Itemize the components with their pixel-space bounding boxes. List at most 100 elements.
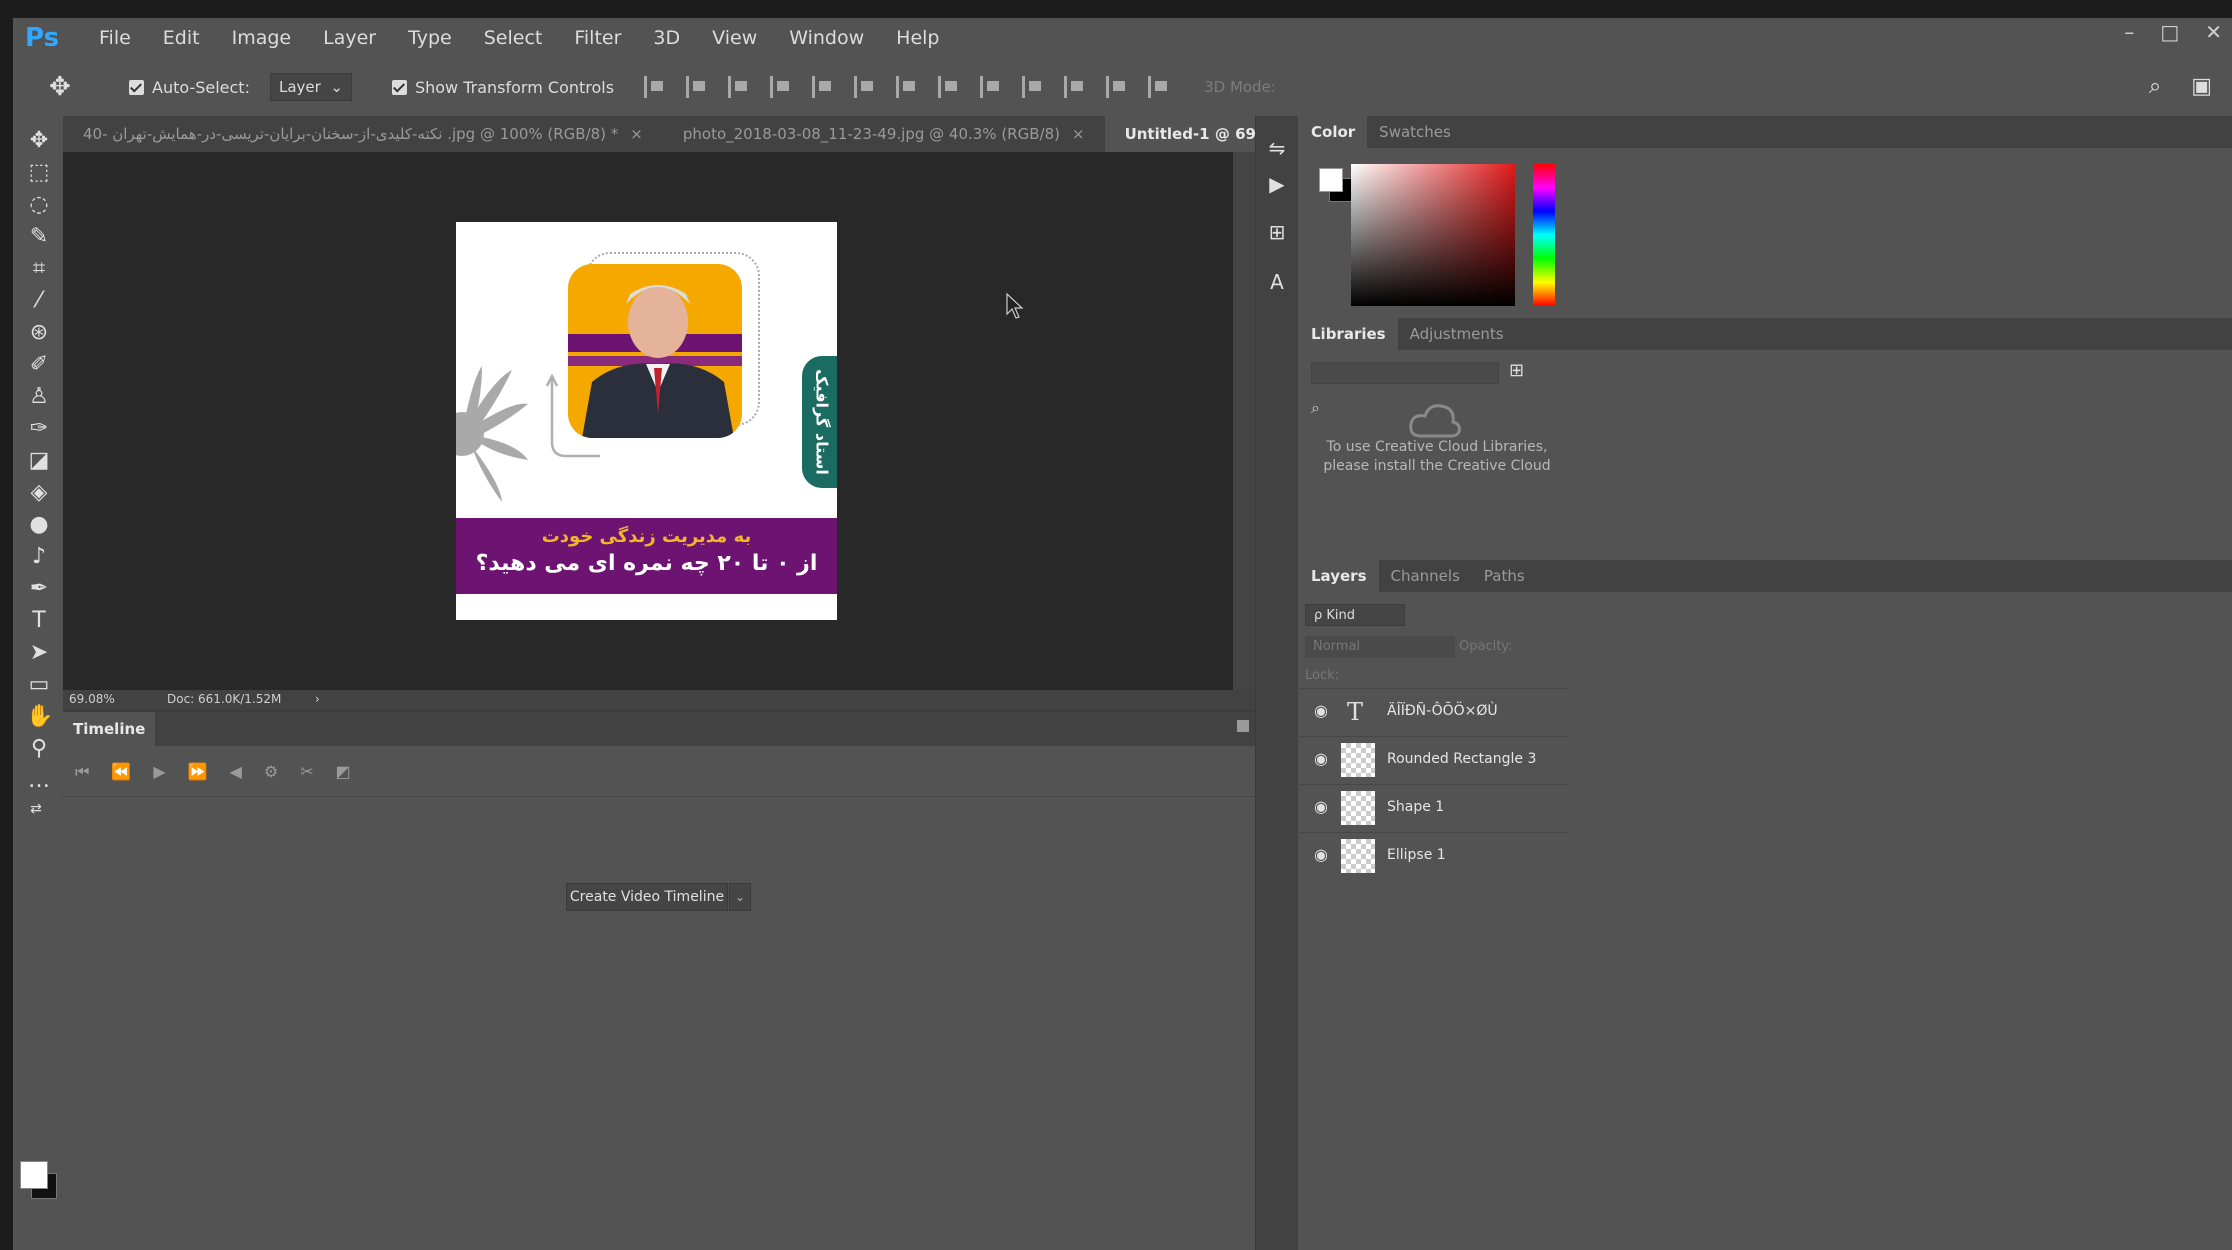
tab-paths[interactable]: Paths <box>1472 560 1537 592</box>
minimize-button[interactable]: – <box>2124 20 2134 44</box>
prev-frame-icon[interactable]: ⏪ <box>111 762 131 782</box>
library-search-icon[interactable]: ⌕ <box>1311 398 1320 418</box>
distribute-hcenter-icon[interactable] <box>1064 76 1086 98</box>
audio-icon[interactable]: ◀ <box>230 762 242 782</box>
brush-tool-icon[interactable]: ✐ <box>26 352 52 378</box>
paint-bucket-tool-icon[interactable]: ◈ <box>26 480 52 506</box>
auto-align-icon[interactable] <box>1148 76 1170 98</box>
color-picker-field[interactable] <box>1351 164 1515 306</box>
tab-document-2[interactable]: photo_2018-03-08_11-23-49.jpg @ 40.3% (R… <box>663 116 1105 152</box>
type-tool-icon[interactable]: T <box>26 608 52 634</box>
history-brush-tool-icon[interactable]: ✑ <box>26 416 52 442</box>
distribute-left-icon[interactable] <box>1022 76 1044 98</box>
stamp-tool-icon[interactable]: ♙ <box>26 384 52 410</box>
tab-timeline[interactable]: Timeline <box>63 712 156 746</box>
menu-file[interactable]: File <box>99 27 131 49</box>
distribute-top-icon[interactable] <box>896 76 918 98</box>
close-button[interactable]: ✕ <box>2205 20 2222 44</box>
move-tool-icon[interactable]: ✥ <box>26 128 52 154</box>
canvas-workspace[interactable]: استاد گرافیک به مدیریت زندگی خودت از ۰ ت… <box>63 152 1255 690</box>
search-icon[interactable]: ⌕ <box>2149 74 2161 99</box>
visibility-eye-icon[interactable]: ◉ <box>1311 749 1331 769</box>
rectangle-tool-icon[interactable]: ▭ <box>26 672 52 698</box>
distribute-bottom-icon[interactable] <box>980 76 1002 98</box>
visibility-eye-icon[interactable]: ◉ <box>1311 701 1331 721</box>
tab-swatches[interactable]: Swatches <box>1367 116 1463 148</box>
menu-filter[interactable]: Filter <box>574 27 621 49</box>
align-hcenter-icon[interactable] <box>812 76 834 98</box>
auto-select-dropdown[interactable]: Layer ⌄ <box>269 73 352 101</box>
layer-row[interactable]: ◉ Shape 1 <box>1299 784 1569 831</box>
align-vcenter-icon[interactable] <box>686 76 708 98</box>
menu-type[interactable]: Type <box>408 27 452 49</box>
auto-select-checkbox[interactable]: Auto-Select: <box>129 78 250 97</box>
quick-select-tool-icon[interactable]: ✎ <box>26 224 52 250</box>
properties-icon[interactable]: ⊞ <box>1265 220 1289 244</box>
blur-tool-icon[interactable]: ● <box>26 512 52 538</box>
eyedropper-tool-icon[interactable]: ⁄ <box>26 288 52 314</box>
eraser-tool-icon[interactable]: ◪ <box>26 448 52 474</box>
zoom-level[interactable]: 69.08% <box>69 692 115 706</box>
tab-document-1[interactable]: 40- نکته-کلیدی-از-سخنان-برایان-تریسی-در-… <box>63 116 663 152</box>
tab-adjustments[interactable]: Adjustments <box>1398 318 1516 350</box>
align-left-icon[interactable] <box>770 76 792 98</box>
vertical-scrollbar[interactable] <box>1233 152 1255 690</box>
menu-view[interactable]: View <box>712 27 757 49</box>
align-top-icon[interactable] <box>644 76 666 98</box>
menu-image[interactable]: Image <box>232 27 292 49</box>
create-video-timeline-button[interactable]: Create Video Timeline <box>566 883 728 911</box>
pen-tool-icon[interactable]: ✒ <box>26 576 52 602</box>
timeline-type-dropdown[interactable]: ⌄ <box>729 883 751 911</box>
next-frame-icon[interactable]: ⏩ <box>188 762 208 782</box>
panel-menu-icon[interactable] <box>1237 720 1249 732</box>
transition-icon[interactable]: ◩ <box>336 762 351 782</box>
show-transform-checkbox[interactable]: Show Transform Controls <box>391 78 614 97</box>
crop-tool-icon[interactable]: ⌗ <box>26 256 52 282</box>
default-colors-icon[interactable]: ⇄ <box>23 796 49 822</box>
menu-edit[interactable]: Edit <box>163 27 200 49</box>
marquee-tool-icon[interactable]: ⬚ <box>26 160 52 186</box>
hue-slider[interactable] <box>1533 164 1555 306</box>
menu-help[interactable]: Help <box>896 27 939 49</box>
tab-libraries[interactable]: Libraries <box>1299 318 1398 350</box>
maximize-button[interactable]: □ <box>2160 20 2179 44</box>
play-icon[interactable]: ▶ <box>153 762 165 782</box>
menu-layer[interactable]: Layer <box>323 27 376 49</box>
settings-icon[interactable]: ⚙ <box>264 762 278 782</box>
first-frame-icon[interactable]: ⏮ <box>75 762 89 782</box>
library-dropdown[interactable] <box>1311 362 1499 384</box>
grid-view-icon[interactable]: ⊞ <box>1509 360 1531 382</box>
layer-kind-filter[interactable]: ρ Kind <box>1305 604 1405 626</box>
glyphs-icon[interactable]: A <box>1265 270 1289 294</box>
tab-channels[interactable]: Channels <box>1379 560 1472 592</box>
tab-color[interactable]: Color <box>1299 116 1368 148</box>
close-tab-icon[interactable]: × <box>1072 125 1085 143</box>
hand-tool-icon[interactable]: ✋ <box>26 704 53 730</box>
layer-row[interactable]: ◉ T ÄÎÏÐÑ-ÔÕÖ×ØÙ <box>1299 688 1569 735</box>
path-select-tool-icon[interactable]: ➤ <box>26 640 52 666</box>
distribute-right-icon[interactable] <box>1106 76 1128 98</box>
close-tab-icon[interactable]: × <box>630 125 643 143</box>
tab-layers[interactable]: Layers <box>1299 560 1379 592</box>
align-bottom-icon[interactable] <box>728 76 750 98</box>
menu-select[interactable]: Select <box>484 27 543 49</box>
visibility-eye-icon[interactable]: ◉ <box>1311 797 1331 817</box>
actions-play-icon[interactable]: ▶ <box>1265 172 1289 196</box>
dodge-tool-icon[interactable]: ♪ <box>26 544 52 570</box>
layer-row[interactable]: ◉ Ellipse 1 <box>1299 832 1569 879</box>
history-icon[interactable]: ⇋ <box>1265 136 1289 160</box>
workspace-icon[interactable]: ▣ <box>2191 74 2212 99</box>
lasso-tool-icon[interactable]: ◌ <box>26 192 52 218</box>
status-arrow-icon[interactable]: › <box>315 692 320 706</box>
visibility-eye-icon[interactable]: ◉ <box>1311 845 1331 865</box>
move-tool-icon[interactable]: ✥ <box>49 72 89 102</box>
layer-row[interactable]: ◉ Rounded Rectangle 3 <box>1299 736 1569 783</box>
blend-mode-dropdown[interactable]: Normal <box>1305 636 1455 658</box>
more-tools-icon[interactable]: … <box>26 768 52 794</box>
menu-window[interactable]: Window <box>789 27 864 49</box>
scissors-icon[interactable]: ✂ <box>300 762 313 782</box>
menu-3d[interactable]: 3D <box>653 27 680 49</box>
zoom-tool-icon[interactable]: ⚲ <box>26 736 52 762</box>
align-right-icon[interactable] <box>854 76 876 98</box>
document-canvas[interactable]: استاد گرافیک به مدیریت زندگی خودت از ۰ ت… <box>456 222 837 620</box>
